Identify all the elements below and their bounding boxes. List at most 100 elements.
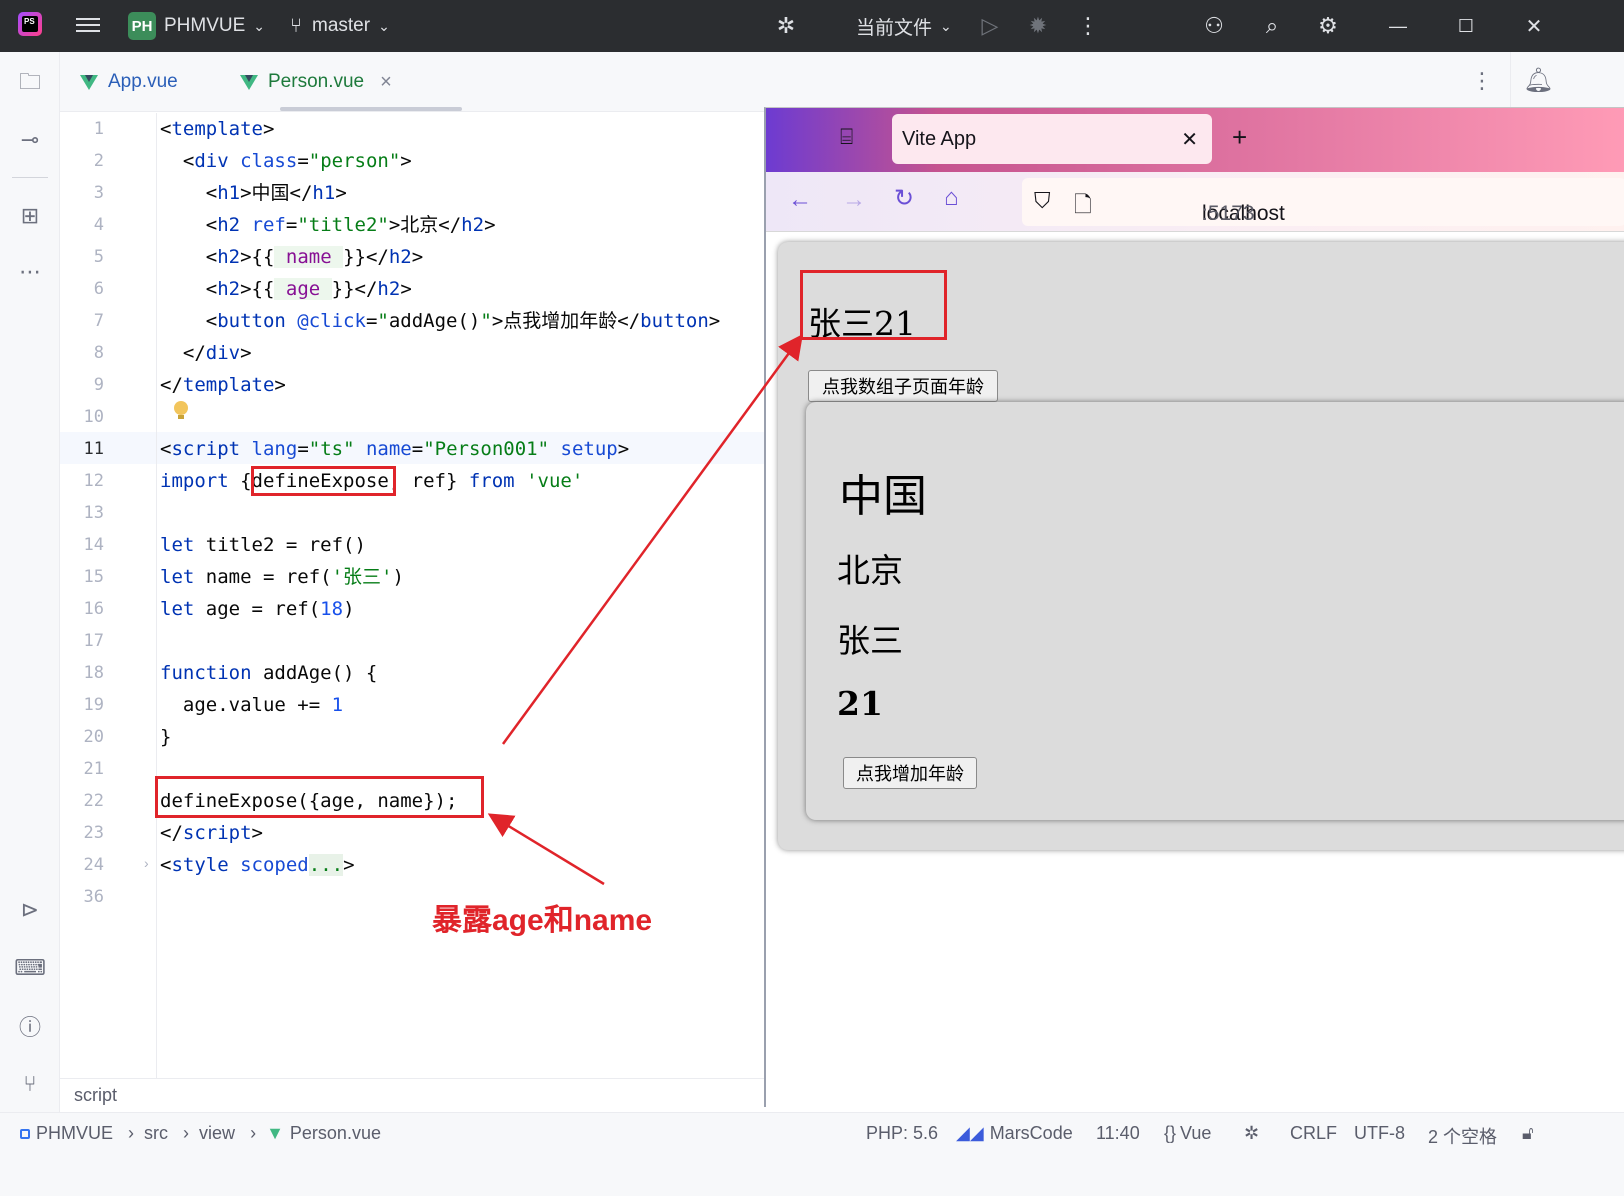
run-config-selector[interactable]: 当前文件 ⌄ xyxy=(856,0,952,52)
commit-icon[interactable]: ⊸ xyxy=(14,124,46,156)
person-component: 中国 北京 张三 21 点我增加年龄 xyxy=(806,402,1624,820)
code-line: </script> xyxy=(160,822,263,844)
services-icon[interactable]: ⊳ xyxy=(14,894,46,926)
chevron-right-icon: › xyxy=(250,1123,257,1143)
annotation-box-import xyxy=(251,466,396,496)
run-config-label: 当前文件 xyxy=(856,17,933,39)
language-widget[interactable]: {} Vue xyxy=(1164,1123,1211,1144)
path-src: src xyxy=(144,1123,169,1143)
vue-file-icon xyxy=(80,74,98,90)
chevron-down-icon: ⌄ xyxy=(253,17,266,34)
phpstorm-logo-icon[interactable]: PS xyxy=(18,12,42,36)
search-icon[interactable]: ⌕ xyxy=(1256,10,1288,42)
line-number: 4 xyxy=(93,215,104,235)
more-vertical-icon[interactable]: ⋮ xyxy=(1072,10,1104,42)
code-line: let title2 = ref() xyxy=(160,534,366,556)
tabs-more-icon[interactable]: ⋮ xyxy=(1471,68,1493,94)
line-number: 21 xyxy=(83,759,104,779)
line-number: 19 xyxy=(83,695,104,715)
close-tab-icon[interactable]: × xyxy=(380,71,392,94)
lock-icon[interactable]: 🔓︎ xyxy=(1522,1123,1534,1144)
path-file: Person.vue xyxy=(289,1123,381,1143)
debug-icon[interactable]: ✹ xyxy=(1022,10,1054,42)
line-number: 18 xyxy=(83,663,104,683)
structure-icon[interactable]: ⊞ xyxy=(14,200,46,232)
status-path[interactable]: PHMVUE › src › view › ▼ Person.vue xyxy=(20,1123,381,1144)
code-line: } xyxy=(160,726,172,748)
close-window-icon[interactable]: ✕ xyxy=(1518,10,1550,42)
branch-selector[interactable]: ⑂ master ⌄ xyxy=(290,0,390,52)
settings-gear-icon[interactable]: ⚙ xyxy=(1312,10,1344,42)
php-version[interactable]: PHP: 5.6 xyxy=(866,1123,938,1144)
tab-label: App.vue xyxy=(108,71,178,92)
browser-tab[interactable]: Vite App ✕ xyxy=(892,114,1212,164)
tab-person-vue[interactable]: Person.vue × xyxy=(240,52,392,112)
child-h2-city: 北京 xyxy=(837,551,903,590)
more-tools-icon[interactable]: ⋯ xyxy=(14,256,46,288)
child-h2-age: 21 xyxy=(837,684,883,723)
browser-window: ⌸ Vite App ✕ + ← → ↻ ⌂ ⛉ 🗋 localhost:517… xyxy=(764,107,1624,1108)
child-h2-name: 张三 xyxy=(837,621,903,660)
parent-button[interactable]: 点我数组子页面年龄 xyxy=(808,370,998,402)
minimize-icon[interactable]: — xyxy=(1382,10,1414,42)
module-icon xyxy=(20,1129,30,1139)
forward-arrow-icon[interactable]: → xyxy=(842,186,866,214)
add-user-icon[interactable]: ⚇ xyxy=(1198,10,1230,42)
add-age-button[interactable]: 点我增加年龄 xyxy=(843,757,977,789)
problems-icon[interactable]: ⓘ xyxy=(14,1010,46,1042)
main-menu-icon[interactable] xyxy=(76,14,100,36)
vue-file-icon xyxy=(240,74,258,90)
editor-tabs: App.vue Person.vue × xyxy=(60,52,1510,112)
path-project: PHMVUE xyxy=(36,1123,114,1143)
breadcrumb-script[interactable]: script xyxy=(74,1085,117,1106)
close-browser-tab-icon[interactable]: ✕ xyxy=(1181,127,1198,152)
url-bar[interactable]: ⛉ 🗋 localhost:5173 xyxy=(1022,178,1624,226)
intention-bulb-icon[interactable] xyxy=(174,401,188,421)
line-number: 24 xyxy=(83,855,104,875)
web-page: 张三 21 点我数组子页面年龄 中国 北京 张三 21 点我增加年龄 xyxy=(766,232,1624,1108)
project-folder-icon[interactable]: 🗀 xyxy=(14,68,46,100)
fold-expand-icon[interactable]: › xyxy=(144,855,149,871)
terminal-icon[interactable]: ⌨ xyxy=(14,952,46,984)
code-line: let age = ref(18) xyxy=(160,598,355,620)
debug-bug-icon[interactable]: ✲ xyxy=(770,10,802,42)
indent-setting[interactable]: 2 个空格 xyxy=(1428,1123,1497,1149)
browser-tab-strip: ⌸ Vite App ✕ + xyxy=(766,108,1624,172)
back-arrow-icon[interactable]: ← xyxy=(788,186,812,214)
chevron-down-icon: ⌄ xyxy=(378,17,390,34)
code-editor[interactable]: 1 2 3 4 5 6 7 8 9 10 11 12 13 14 15 16 1… xyxy=(60,113,765,1078)
line-number: 6 xyxy=(93,279,104,299)
home-icon[interactable]: ⌂ xyxy=(944,184,959,212)
tab-groups-icon[interactable]: ⌸ xyxy=(840,124,853,150)
line-number: 22 xyxy=(83,791,104,811)
shield-icon[interactable]: ⛉ xyxy=(1034,188,1051,214)
git-icon[interactable]: ⑂ xyxy=(14,1068,46,1100)
line-number: 20 xyxy=(83,727,104,747)
child-h1: 中国 xyxy=(839,471,927,522)
line-separator[interactable]: CRLF xyxy=(1290,1123,1337,1144)
code-line: <h2>{{ name }}</h2> xyxy=(160,246,424,268)
code-line: <h2>{{ age }}</h2> xyxy=(160,278,412,300)
new-tab-icon[interactable]: + xyxy=(1232,122,1247,153)
path-view: view xyxy=(199,1123,236,1143)
page-info-icon[interactable]: 🗋 xyxy=(1074,188,1092,226)
line-number: 9 xyxy=(93,375,104,395)
line-number: 13 xyxy=(83,503,104,523)
notifications-bell-icon[interactable]: 🔔︎ xyxy=(1523,66,1553,95)
caret-position[interactable]: 11:40 xyxy=(1096,1123,1140,1144)
project-selector[interactable]: PH PHMVUE ⌄ xyxy=(128,0,265,52)
code-line: let name = ref('张三') xyxy=(160,566,404,588)
language-label: Vue xyxy=(1180,1123,1212,1143)
status-bar: PHMVUE › src › view › ▼ Person.vue PHP: 5.6 … xyxy=(0,1112,1624,1196)
file-encoding[interactable]: UTF-8 xyxy=(1354,1123,1405,1144)
reload-icon[interactable]: ↻ xyxy=(894,184,914,213)
maximize-icon[interactable]: ☐ xyxy=(1450,10,1482,42)
run-icon[interactable]: ▷ xyxy=(974,10,1006,42)
code-line: function addAge() { xyxy=(160,662,378,684)
marscode-widget[interactable]: ◢◢ MarsCode xyxy=(956,1123,1073,1144)
marscode-icon: ◢◢ xyxy=(956,1123,984,1143)
tab-app-vue[interactable]: App.vue xyxy=(80,52,178,112)
code-line: </div> xyxy=(160,342,252,364)
line-number: 10 xyxy=(83,407,104,427)
debug-status-icon[interactable]: ✲ xyxy=(1244,1123,1259,1144)
